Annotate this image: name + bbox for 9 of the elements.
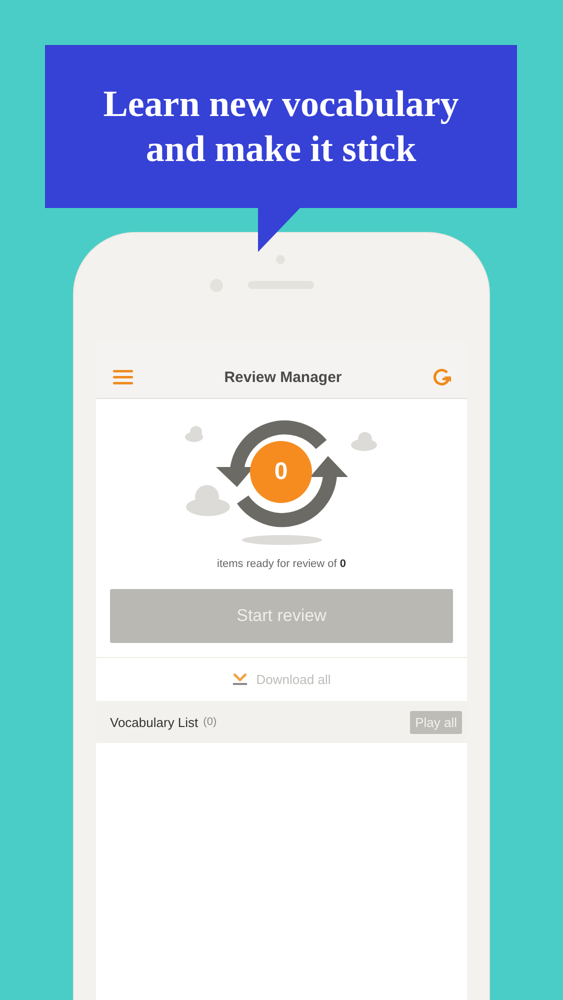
menu-icon[interactable]: [113, 369, 133, 385]
download-icon: [232, 673, 248, 686]
refresh-icon[interactable]: [432, 368, 451, 386]
vocabulary-title: Vocabulary List: [110, 714, 198, 730]
promo-headline: Learn new vocabulary and make it stick: [103, 82, 459, 172]
review-count-badge: 0: [250, 441, 312, 503]
vocabulary-count: (0): [203, 716, 217, 728]
review-caption: items ready for review of 0: [216, 557, 347, 572]
screen-title: Review Manager: [224, 369, 342, 386]
